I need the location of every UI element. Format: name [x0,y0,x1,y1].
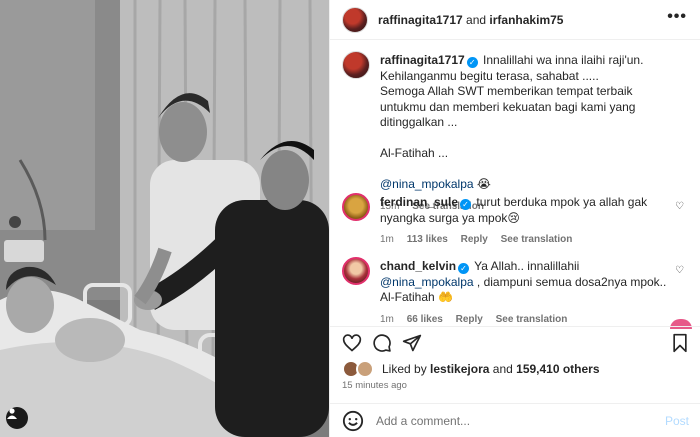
share-icon [402,334,422,352]
caption-item: raffinagita1717 ✓ Innalillahi wa inna ila… [342,51,692,212]
comment-username[interactable]: chand_kelvin [380,259,456,273]
comment-time: 1m [380,234,394,245]
verified-badge-icon: ✓ [460,199,472,210]
share-button[interactable] [402,333,422,353]
caption-mention[interactable]: @nina_mpokalpa [380,177,474,191]
author-avatar[interactable] [342,6,368,33]
save-button[interactable] [670,333,690,353]
emoji-icon[interactable] [342,410,364,432]
comment-mention[interactable]: @nina_mpokalpa [380,275,474,289]
action-bar [330,326,700,358]
comment-username[interactable]: ferdinan_sule [380,195,458,209]
coauthor-username[interactable]: irfanhakim75 [489,13,563,27]
hospital-photo-image [0,0,329,437]
comment-time: 1m [380,313,394,325]
comment-meta: 1m 66 likes Reply See translation [380,312,672,326]
comment-body: ferdinan_sule ✓ turut berduka mpok ya all… [380,195,672,248]
likes-prefix: Liked by [382,362,427,376]
commenter-avatar[interactable] [342,257,370,285]
tag-person-button[interactable] [6,407,28,429]
instagram-post: raffinagita1717 and irfanhakim75 ••• raf… [0,0,700,437]
comment-like-heart-icon[interactable]: ♡ [675,265,684,276]
likes-user[interactable]: lestikejora [430,362,489,376]
comment-see-translation[interactable]: See translation [496,314,568,325]
author-username[interactable]: raffinagita1717 [378,13,463,27]
post-sidebar: raffinagita1717 and irfanhakim75 ••• raf… [329,0,700,437]
comment-reply-button[interactable]: Reply [456,314,483,325]
caption-avatar[interactable] [342,51,370,79]
bookmark-icon [673,333,687,353]
comment-like-heart-icon[interactable]: ♡ [675,201,684,212]
comment-reply-button[interactable]: Reply [461,234,488,245]
verified-badge-icon: ✓ [466,57,478,68]
caption-line-3: Al-Fatihah ... [380,146,449,160]
post-comment-button[interactable]: Post [665,414,689,428]
tag-person-icon [7,408,17,419]
liker-avatar [356,360,374,378]
comment-button[interactable] [372,333,392,353]
comment-item: chand_kelvin ✓ Ya Allah.. innalillahii @n… [342,257,692,325]
comment-meta: 1m 113 likes Reply See translation [380,232,672,248]
comment-body: chand_kelvin ✓ Ya Allah.. innalillahii @n… [380,259,672,325]
more-options-button[interactable]: ••• [667,9,687,25]
post-timestamp[interactable]: 15 minutes ago [342,380,407,391]
comment-icon [373,334,391,352]
verified-badge-icon: ✓ [458,263,470,274]
comment-input[interactable]: Add a comment... [376,414,470,428]
like-button[interactable] [342,333,362,353]
likes-and: and [492,362,513,376]
caption-username[interactable]: raffinagita1717 [380,53,465,67]
comment-text-before: Ya Allah.. innalillahii [474,259,580,273]
likes-summary: Liked by lestikejora and 159,410 others [342,360,600,378]
post-authors: raffinagita1717 and irfanhakim75 [378,13,563,27]
caption-emoji: 😭 [476,177,491,191]
heart-icon [342,334,362,352]
caption-body: raffinagita1717 ✓ Innalillahi wa inna ila… [380,53,672,214]
comment-likes[interactable]: 113 likes [407,234,448,245]
post-photo[interactable] [0,0,329,437]
caption-line-2: Semoga Allah SWT memberikan tempat terba… [380,84,636,129]
comment-composer: Add a comment... Post [330,403,700,437]
comment-see-translation[interactable]: See translation [501,234,573,245]
authors-conjunction: and [466,12,487,27]
comment-item: ferdinan_sule ✓ turut berduka mpok ya all… [342,193,692,248]
commenter-avatar[interactable] [342,193,370,221]
likes-count[interactable]: 159,410 others [516,362,599,376]
post-header: raffinagita1717 and irfanhakim75 ••• [330,0,700,40]
liker-avatars [342,360,378,378]
comment-likes[interactable]: 66 likes [407,314,443,325]
comments-list[interactable]: raffinagita1717 ✓ Innalillahi wa inna ila… [330,41,700,325]
